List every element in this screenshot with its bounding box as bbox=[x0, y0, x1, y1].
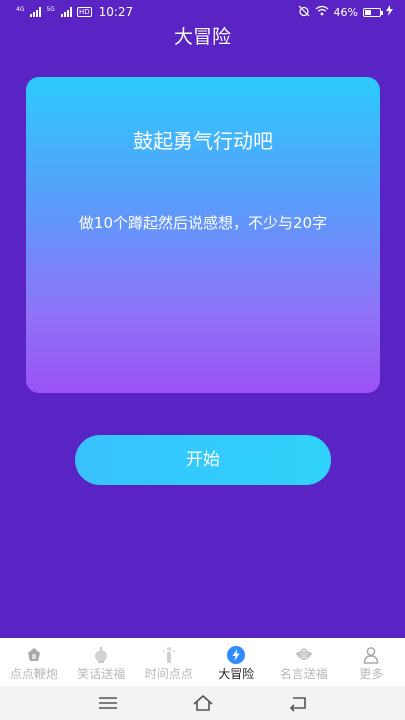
tab-label: 点点鞭炮 bbox=[9, 667, 58, 681]
challenge-card: 鼓起勇气行动吧 做10个蹲起然后说感想，不少与20字 bbox=[26, 77, 380, 393]
network-5g-label: 5G bbox=[46, 6, 55, 13]
tab-label: 更多 bbox=[359, 667, 384, 681]
battery-percent: 46% bbox=[333, 5, 358, 19]
bowl-icon bbox=[295, 646, 313, 664]
charging-icon bbox=[386, 5, 393, 19]
firecracker-icon bbox=[25, 646, 43, 664]
status-time: 10:27 bbox=[98, 5, 134, 19]
menu-icon[interactable] bbox=[96, 693, 120, 713]
status-left: 4G 5G HD 10:27 bbox=[16, 5, 133, 19]
tab-firecracker[interactable]: 点点鞭炮 bbox=[0, 638, 68, 686]
tab-label: 时间点点 bbox=[144, 667, 193, 681]
tab-adventure[interactable]: 大冒险 bbox=[203, 638, 271, 686]
lightning-icon bbox=[227, 646, 246, 664]
status-right: 46% bbox=[298, 5, 393, 20]
card-text: 做10个蹲起然后说感想，不少与20字 bbox=[78, 214, 328, 232]
person-icon bbox=[362, 646, 380, 664]
card-title: 鼓起勇气行动吧 bbox=[133, 129, 273, 153]
signal-icon-2 bbox=[60, 7, 72, 17]
alarm-off-icon bbox=[298, 5, 310, 20]
sparkler-icon bbox=[160, 646, 178, 664]
network-4g-label: 4G bbox=[16, 6, 25, 13]
tab-time[interactable]: 时间点点 bbox=[135, 638, 203, 686]
tab-label: 大冒险 bbox=[218, 667, 255, 681]
system-nav-bar bbox=[0, 686, 405, 720]
battery-icon bbox=[363, 7, 383, 17]
tab-more[interactable]: 更多 bbox=[338, 638, 405, 686]
tab-joke-blessing[interactable]: 笑话送福 bbox=[68, 638, 136, 686]
tab-quote-blessing[interactable]: 名言送福 bbox=[270, 638, 338, 686]
status-bar: 4G 5G HD 10:27 46% bbox=[0, 0, 405, 24]
tab-label: 笑话送福 bbox=[77, 667, 126, 681]
page-title: 大冒险 bbox=[173, 26, 231, 48]
tab-label: 名言送福 bbox=[279, 667, 328, 681]
wifi-icon bbox=[315, 5, 329, 19]
back-icon[interactable] bbox=[286, 693, 310, 713]
lantern-icon bbox=[92, 646, 110, 664]
home-icon[interactable] bbox=[191, 693, 215, 713]
bottom-nav: 点点鞭炮 笑话送福 时间点点 大冒险 名言送福 更多 bbox=[0, 638, 405, 686]
start-button[interactable]: 开始 bbox=[75, 435, 331, 485]
hd-badge: HD bbox=[76, 7, 92, 17]
signal-icon-1 bbox=[30, 7, 42, 17]
